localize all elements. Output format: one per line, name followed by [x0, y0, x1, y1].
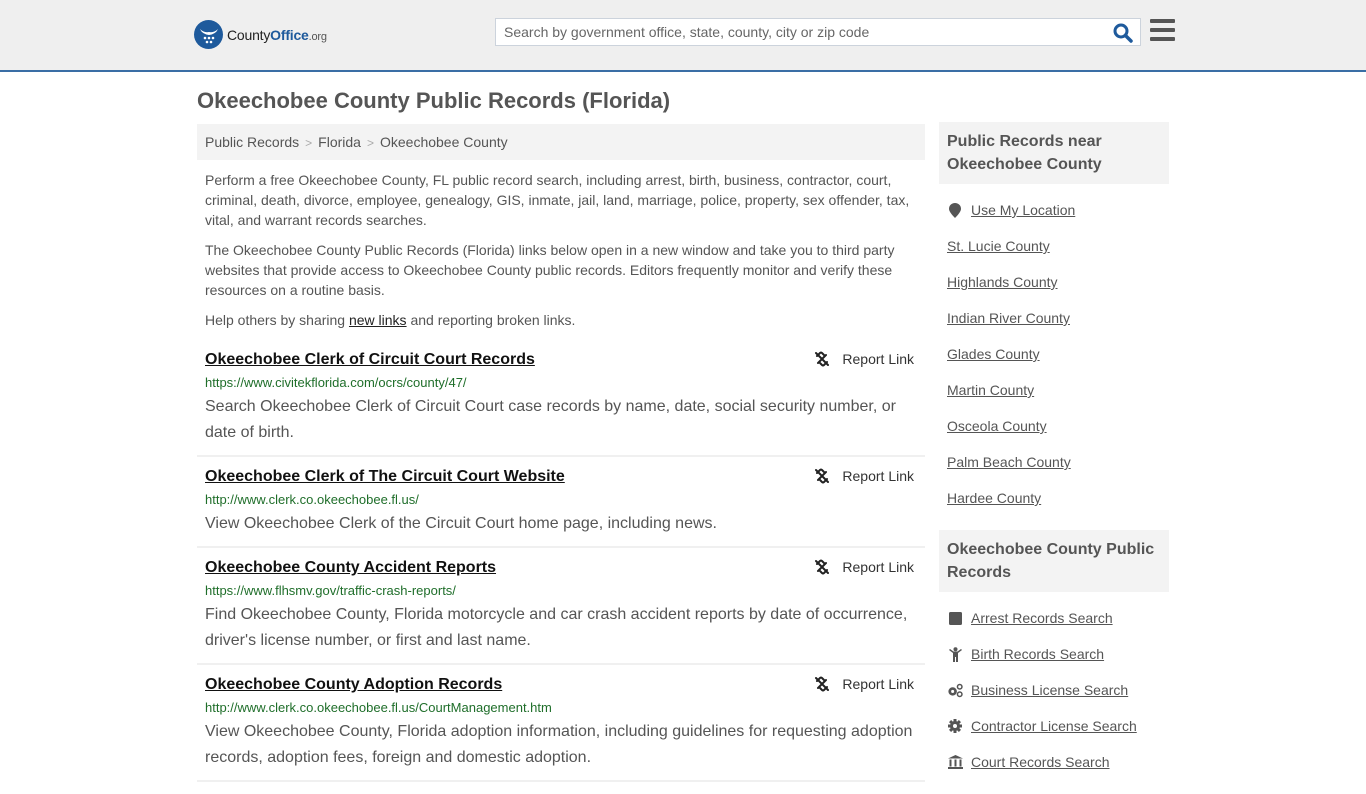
county-records-list: Arrest Records Search Birth Records Sear… — [939, 592, 1169, 794]
nearby-county-item: Glades County — [939, 336, 1169, 372]
nearby-county-link[interactable]: Osceola County — [947, 418, 1047, 434]
county-record-item: Birth Records Search — [939, 636, 1169, 672]
county-record-item: Contractor License Search — [939, 708, 1169, 744]
intro-paragraph-2: The Okeechobee County Public Records (Fl… — [205, 242, 895, 298]
record-description: Find Okeechobee County, Florida motorcyc… — [205, 606, 908, 649]
breadcrumb-public-records[interactable]: Public Records — [205, 134, 299, 150]
county-record-item: Business License Search — [939, 672, 1169, 708]
nearby-county-link[interactable]: Hardee County — [947, 490, 1041, 506]
nearby-county-link[interactable]: St. Lucie County — [947, 238, 1050, 254]
nearby-county-link[interactable]: Martin County — [947, 382, 1034, 398]
nearby-county-link[interactable]: Glades County — [947, 346, 1040, 362]
records-list: Okeechobee Clerk of Circuit Court Record… — [197, 340, 925, 782]
record-description: View Okeechobee Clerk of the Circuit Cou… — [205, 515, 717, 532]
breadcrumb-florida[interactable]: Florida — [318, 134, 361, 150]
nearby-county-item: Highlands County — [939, 264, 1169, 300]
nearby-county-link[interactable]: Indian River County — [947, 310, 1070, 326]
record-title-link[interactable]: Okeechobee County Adoption Records — [205, 673, 502, 697]
report-link-button[interactable]: Report Link — [814, 351, 914, 367]
county-record-item: Court Records Search — [939, 744, 1169, 780]
report-link-button[interactable]: Report Link — [814, 676, 914, 692]
broken-link-icon — [815, 468, 830, 484]
intro-paragraph-1: Perform a free Okeechobee County, FL pub… — [205, 172, 910, 228]
search-icon — [1113, 23, 1133, 43]
search-box — [495, 18, 1141, 46]
nearby-heading: Public Records near Okeechobee County — [939, 122, 1169, 184]
business-license-link[interactable]: Business License Search — [971, 682, 1128, 698]
county-records-heading: Okeechobee County Public Records — [939, 530, 1169, 592]
record-title-link[interactable]: Okeechobee County Accident Reports — [205, 556, 496, 580]
contractor-license-link[interactable]: Contractor License Search — [971, 718, 1137, 734]
county-record-item: Arrest Records Search — [939, 600, 1169, 636]
nearby-county-link[interactable]: Palm Beach County — [947, 454, 1071, 470]
breadcrumb: Public Records > Florida > Okeechobee County — [197, 124, 925, 160]
record-title-link[interactable]: Okeechobee Clerk of Circuit Court Record… — [205, 348, 535, 372]
broken-link-icon — [815, 559, 830, 575]
square-icon — [947, 610, 963, 626]
broken-link-icon — [815, 676, 830, 692]
cog-icon — [947, 718, 963, 734]
use-my-location-item: Use My Location — [939, 192, 1169, 228]
record-description: View Okeechobee County, Florida adoption… — [205, 723, 913, 766]
menu-icon-bar — [1150, 28, 1175, 32]
record-item: Okeechobee County Accident Reports https… — [197, 548, 925, 665]
record-item: Okeechobee County Adoption Records http:… — [197, 665, 925, 782]
nearby-list: Use My Location St. Lucie County Highlan… — [939, 184, 1169, 530]
use-my-location-link[interactable]: Use My Location — [971, 202, 1075, 218]
birth-records-link[interactable]: Birth Records Search — [971, 646, 1104, 662]
menu-icon-bar — [1150, 19, 1175, 23]
report-link-button[interactable]: Report Link — [814, 468, 914, 484]
nearby-county-item: St. Lucie County — [939, 228, 1169, 264]
nearby-county-item: Hardee County — [939, 480, 1169, 516]
menu-icon-bar — [1150, 37, 1175, 41]
record-item: Okeechobee Clerk of The Circuit Court We… — [197, 457, 925, 548]
page-title: Okeechobee County Public Records (Florid… — [197, 88, 671, 113]
record-url[interactable]: http://www.clerk.co.okeechobee.fl.us/Cou… — [205, 697, 917, 719]
broken-link-icon — [815, 351, 830, 367]
breadcrumb-separator: > — [366, 136, 374, 150]
child-icon — [947, 646, 963, 662]
nearby-county-item: Palm Beach County — [939, 444, 1169, 480]
record-url[interactable]: https://www.civitekflorida.com/ocrs/coun… — [205, 372, 917, 394]
new-links-link[interactable]: new links — [349, 312, 407, 328]
search-input[interactable] — [496, 19, 1106, 45]
site-logo[interactable]: CountyOffice.org — [194, 20, 327, 49]
logo-text: CountyOffice.org — [227, 26, 327, 43]
search-button[interactable] — [1112, 22, 1134, 44]
breadcrumb-okeechobee-county[interactable]: Okeechobee County — [380, 134, 508, 150]
record-title-link[interactable]: Okeechobee Clerk of The Circuit Court We… — [205, 465, 565, 489]
nearby-county-item: Osceola County — [939, 408, 1169, 444]
cogs-icon — [947, 682, 963, 698]
intro-paragraph-3: Help others by sharing new links and rep… — [205, 312, 576, 328]
record-url[interactable]: https://www.flhsmv.gov/traffic-crash-rep… — [205, 580, 917, 602]
hamburger-menu-button[interactable] — [1150, 19, 1175, 41]
nearby-county-item: Indian River County — [939, 300, 1169, 336]
record-url[interactable]: http://www.clerk.co.okeechobee.fl.us/ — [205, 489, 917, 511]
top-bar: CountyOffice.org — [0, 0, 1366, 72]
arrest-records-link[interactable]: Arrest Records Search — [971, 610, 1113, 626]
breadcrumb-separator: > — [305, 136, 313, 150]
nearby-county-item: Martin County — [939, 372, 1169, 408]
report-link-button[interactable]: Report Link — [814, 559, 914, 575]
record-description: Search Okeechobee Clerk of Circuit Court… — [205, 398, 896, 441]
record-item: Okeechobee Clerk of Circuit Court Record… — [197, 340, 925, 457]
map-marker-icon — [947, 202, 963, 218]
intro-text: Perform a free Okeechobee County, FL pub… — [205, 170, 917, 340]
sidebar: Public Records near Okeechobee County Us… — [939, 122, 1169, 794]
eagle-stars-icon — [194, 20, 223, 49]
nearby-county-link[interactable]: Highlands County — [947, 274, 1058, 290]
